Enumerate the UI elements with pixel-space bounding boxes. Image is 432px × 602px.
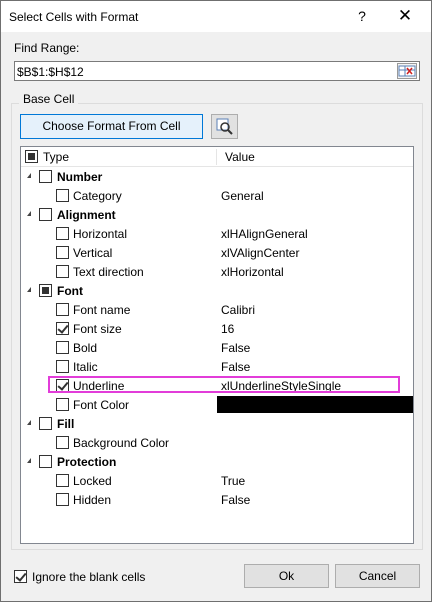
tree-row-label: Horizontal xyxy=(73,227,128,241)
tree-row-alignment[interactable]: Alignment xyxy=(21,205,413,224)
value-column-header: Value xyxy=(225,150,255,164)
underline-highlight-box xyxy=(48,376,400,393)
tree-row-label: Locked xyxy=(73,474,112,488)
tree-row-font-size[interactable]: Font size 16 xyxy=(21,319,413,338)
expand-arrow-icon[interactable] xyxy=(27,211,31,216)
tree-row-value: False xyxy=(221,341,251,355)
find-range-input[interactable]: $B$1:$H$12 xyxy=(14,61,420,81)
column-divider[interactable] xyxy=(216,149,217,165)
checkbox-font-size[interactable] xyxy=(56,322,69,335)
checkbox-bold[interactable] xyxy=(56,341,69,354)
find-range-value: $B$1:$H$12 xyxy=(17,65,84,79)
checkbox-hidden[interactable] xyxy=(56,493,69,506)
ignore-blank-label: Ignore the blank cells xyxy=(32,570,146,584)
choose-format-button[interactable]: Choose Format From Cell xyxy=(20,114,203,139)
tree-row-fill[interactable]: Fill xyxy=(21,414,413,433)
checkbox-font[interactable] xyxy=(39,284,52,297)
expand-arrow-icon[interactable] xyxy=(27,173,31,178)
tree-row-font-name[interactable]: Font name Calibri xyxy=(21,300,413,319)
tree-row-value: 16 xyxy=(221,322,235,336)
checkbox-horizontal[interactable] xyxy=(56,227,69,240)
format-tree[interactable]: Type Value Number Category General Align… xyxy=(20,146,414,544)
tree-row-value: False xyxy=(221,493,251,507)
select-all-checkbox[interactable] xyxy=(25,150,38,163)
tree-row-label: Protection xyxy=(57,455,117,469)
checkbox-number[interactable] xyxy=(39,170,52,183)
tree-row-value: xlHorizontal xyxy=(221,265,284,279)
tree-row-italic[interactable]: Italic False xyxy=(21,357,413,376)
tree-row-font-color[interactable]: Font Color xyxy=(21,395,413,414)
tree-row-bold[interactable]: Bold False xyxy=(21,338,413,357)
title-bar: Select Cells with Format ? ✕ xyxy=(1,1,431,32)
checkbox-protection[interactable] xyxy=(39,455,52,468)
font-color-swatch xyxy=(217,396,413,413)
tree-row-value: False xyxy=(221,360,251,374)
tree-row-label: Hidden xyxy=(73,493,112,507)
checkbox-font-color[interactable] xyxy=(56,398,69,411)
close-icon[interactable]: ✕ xyxy=(393,5,417,27)
tree-row-label: Fill xyxy=(57,417,75,431)
magnifier-icon xyxy=(212,115,237,138)
find-range-label: Find Range: xyxy=(14,41,80,55)
tree-row-horizontal[interactable]: Horizontal xlHAlignGeneral xyxy=(21,224,413,243)
base-cell-label: Base Cell xyxy=(19,92,79,106)
help-icon[interactable]: ? xyxy=(351,5,373,27)
tree-row-label: Vertical xyxy=(73,246,113,260)
tree-row-value: True xyxy=(221,474,246,488)
dialog-window: Select Cells with Format ? ✕ Find Range:… xyxy=(0,0,432,602)
tree-row-font[interactable]: Font xyxy=(21,281,413,300)
tree-row-text-direction[interactable]: Text direction xlHorizontal xyxy=(21,262,413,281)
range-select-icon[interactable] xyxy=(397,63,417,79)
checkbox-alignment[interactable] xyxy=(39,208,52,221)
tree-row-value: General xyxy=(221,189,264,203)
checkbox-text-direction[interactable] xyxy=(56,265,69,278)
zoom-button[interactable] xyxy=(211,114,238,139)
tree-row-label: Font Color xyxy=(73,398,130,412)
tree-row-label: Bold xyxy=(73,341,98,355)
tree-row-background-color[interactable]: Background Color xyxy=(21,433,413,452)
checkbox-vertical[interactable] xyxy=(56,246,69,259)
tree-row-hidden[interactable]: Hidden False xyxy=(21,490,413,509)
tree-row-label: Text direction xyxy=(73,265,144,279)
checkbox-category[interactable] xyxy=(56,189,69,202)
ok-button[interactable]: Ok xyxy=(244,564,329,588)
checkbox-font-name[interactable] xyxy=(56,303,69,316)
tree-row-category[interactable]: Category General xyxy=(21,186,413,205)
tree-header: Type Value xyxy=(21,147,413,167)
tree-row-label: Font name xyxy=(73,303,131,317)
tree-row-label: Alignment xyxy=(57,208,116,222)
tree-row-value: Calibri xyxy=(221,303,256,317)
tree-row-label: Background Color xyxy=(73,436,170,450)
type-column-header: Type xyxy=(43,150,70,164)
tree-row-locked[interactable]: Locked True xyxy=(21,471,413,490)
tree-row-value: xlVAlignCenter xyxy=(221,246,300,260)
checkbox-locked[interactable] xyxy=(56,474,69,487)
expand-arrow-icon[interactable] xyxy=(27,458,31,463)
tree-row-label: Font xyxy=(57,284,83,298)
dialog-title: Select Cells with Format xyxy=(9,10,139,24)
tree-row-label: Italic xyxy=(73,360,98,374)
tree-row-vertical[interactable]: Vertical xlVAlignCenter xyxy=(21,243,413,262)
expand-arrow-icon[interactable] xyxy=(27,420,31,425)
cancel-button[interactable]: Cancel xyxy=(335,564,420,588)
expand-arrow-icon[interactable] xyxy=(27,287,31,292)
tree-row-label: Category xyxy=(73,189,122,203)
checkbox-italic[interactable] xyxy=(56,360,69,373)
tree-row-label: Number xyxy=(57,170,103,184)
tree-row-protection[interactable]: Protection xyxy=(21,452,413,471)
tree-row-number[interactable]: Number xyxy=(21,167,413,186)
checkbox-fill[interactable] xyxy=(39,417,52,430)
tree-row-label: Font size xyxy=(73,322,122,336)
tree-row-value: xlHAlignGeneral xyxy=(221,227,308,241)
checkbox-background-color[interactable] xyxy=(56,436,69,449)
ignore-blank-checkbox[interactable] xyxy=(14,570,27,583)
